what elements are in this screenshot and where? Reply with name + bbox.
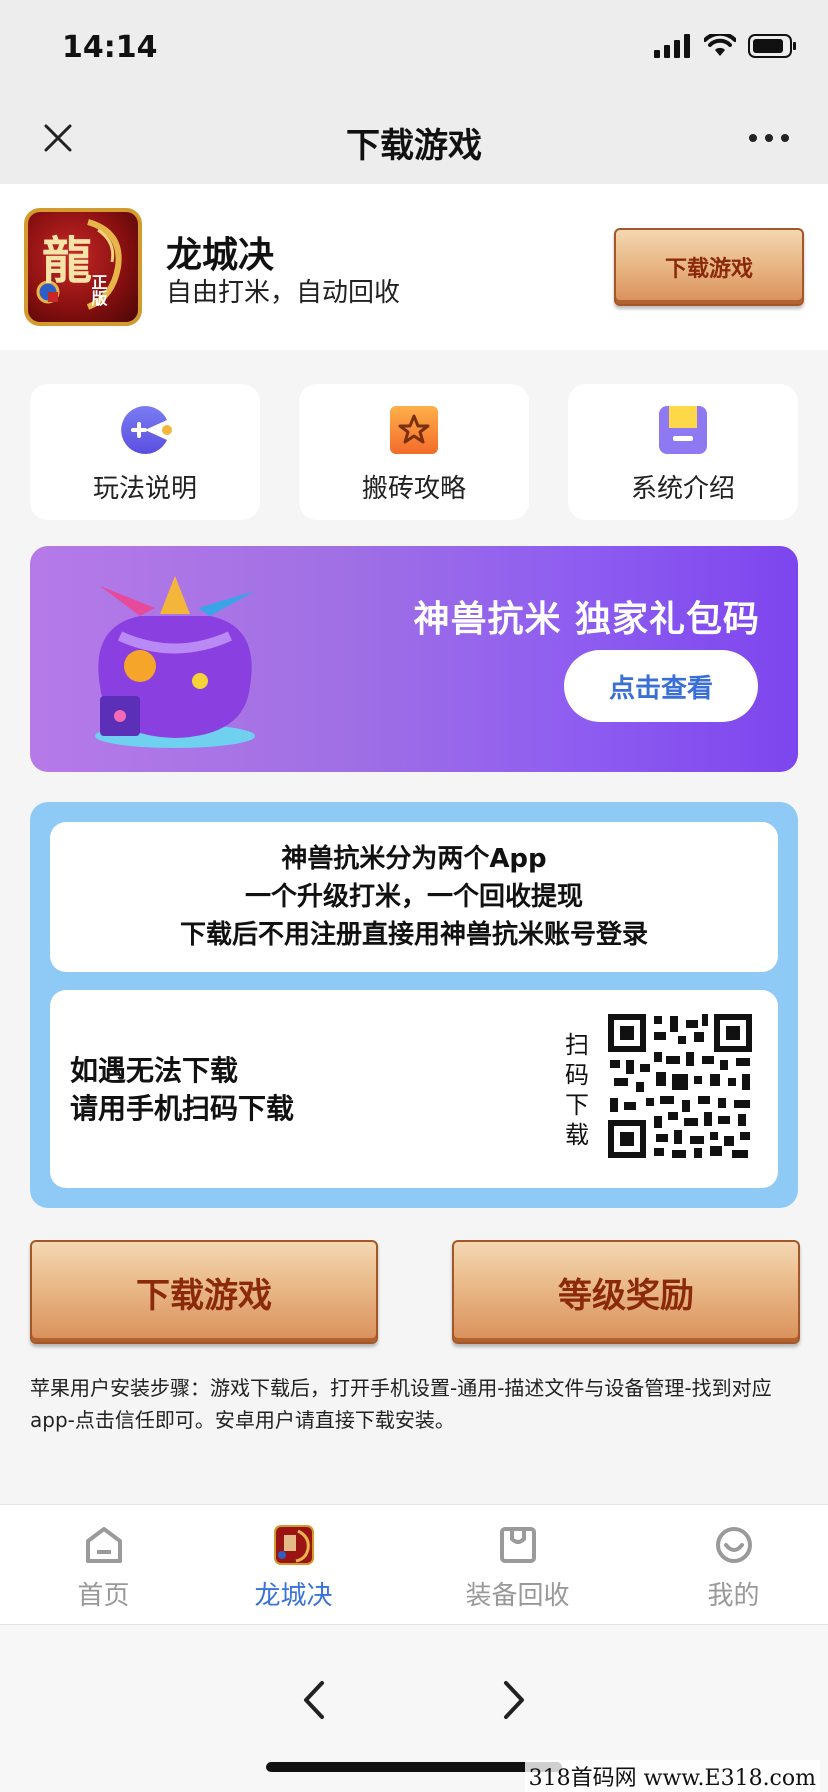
banner-title: 神兽抗米 独家礼包码 [413, 599, 760, 640]
tab-label: 我的 [707, 1581, 760, 1611]
svg-text:正版: 正版 [89, 274, 109, 307]
scan-char: 载 [565, 1121, 589, 1149]
wifi-icon [704, 34, 736, 56]
home-icon [85, 1527, 122, 1563]
status-time: 14:14 [62, 30, 158, 65]
quick-link-label: 玩法说明 [92, 474, 197, 504]
tab-game[interactable]: 龙城决 [190, 1505, 397, 1625]
info-line: 神兽抗米分为两个App [281, 844, 547, 874]
scan-char: 码 [565, 1061, 589, 1089]
folder-icon [659, 406, 707, 454]
qr-instructions: 如遇无法下载 请用手机扫码下载 [70, 1052, 294, 1128]
app-info-box: 神兽抗米分为两个App 一个升级打米，一个回收提现 下载后不用注册直接用神兽抗米… [50, 822, 778, 972]
nav-bar: 下载游戏 [0, 96, 828, 184]
info-line: 下载后不用注册直接用神兽抗米账号登录 [179, 920, 648, 950]
view-gift-code-button[interactable]: 点击查看 [564, 650, 758, 722]
pacman-icon [121, 405, 172, 454]
scan-char: 下 [565, 1091, 589, 1119]
quick-link-gameplay[interactable]: 玩法说明 [30, 384, 260, 520]
app-icon: 龍 正版 [24, 208, 142, 326]
tab-bar: 首页 龙城决 装备回收 我的 [0, 1504, 828, 1624]
game-logo-icon [273, 1525, 314, 1565]
quick-link-label: 搬砖攻略 [361, 474, 466, 504]
header-download-button[interactable]: 下载游戏 [614, 228, 804, 306]
quick-link-strategy[interactable]: 搬砖攻略 [299, 384, 529, 520]
install-instructions: 苹果用户安装步骤：游戏下载后，打开手机设置-通用-描述文件与设备管理-找到对应a… [30, 1376, 772, 1432]
info-line: 一个升级打米，一个回收提现 [244, 882, 583, 912]
battery-icon [748, 34, 796, 58]
qr-download-box: 如遇无法下载 请用手机扫码下载 扫 码 下 载 [50, 990, 778, 1188]
watermark: 318首码网 www.E318.com [524, 1760, 820, 1792]
app-subtitle: 自由打米，自动回收 [166, 278, 401, 308]
tab-label: 首页 [77, 1581, 130, 1611]
app-header: 龍 正版 龙城决 自由打米，自动回收 下载游戏 [0, 184, 828, 350]
home-indicator [266, 1762, 562, 1772]
tab-label: 装备回收 [465, 1581, 570, 1611]
quick-link-system[interactable]: 系统介绍 [568, 384, 798, 520]
smile-icon [715, 1527, 752, 1563]
qr-instruction-line: 请用手机扫码下载 [70, 1092, 295, 1125]
status-icons [654, 34, 798, 58]
signal-icon [654, 34, 690, 58]
svg-text:龍: 龍 [42, 231, 92, 290]
dragon-logo-icon: 龍 正版 [36, 219, 122, 310]
scan-char: 扫 [565, 1031, 589, 1059]
star-icon [390, 406, 438, 454]
qr-code[interactable] [606, 1012, 754, 1160]
level-reward-button[interactable]: 等级奖励 [452, 1240, 800, 1344]
quick-link-label: 系统介绍 [630, 474, 735, 504]
more-icon[interactable] [746, 118, 792, 158]
box-icon [499, 1527, 536, 1563]
tab-home[interactable]: 首页 [0, 1505, 207, 1625]
gift-bag-icon [95, 576, 255, 748]
info-panel: 神兽抗米分为两个App 一个升级打米，一个回收提现 下载后不用注册直接用神兽抗米… [30, 802, 798, 1208]
tab-equipment-recycle[interactable]: 装备回收 [414, 1505, 621, 1625]
page-title: 下载游戏 [346, 126, 482, 166]
back-arrow-icon[interactable] [294, 1675, 334, 1725]
tab-label: 龙城决 [254, 1581, 333, 1611]
download-game-button[interactable]: 下载游戏 [30, 1240, 378, 1344]
gift-code-banner[interactable]: 神兽抗米 独家礼包码 点击查看 [30, 546, 798, 772]
tab-me[interactable]: 我的 [630, 1505, 828, 1625]
status-bar: 14:14 [0, 0, 828, 96]
qr-instruction-line: 如遇无法下载 [70, 1054, 239, 1087]
forward-arrow-icon[interactable] [494, 1675, 534, 1725]
scan-to-download-label: 扫 码 下 载 [562, 1030, 592, 1150]
app-name: 龙城决 [166, 235, 275, 276]
